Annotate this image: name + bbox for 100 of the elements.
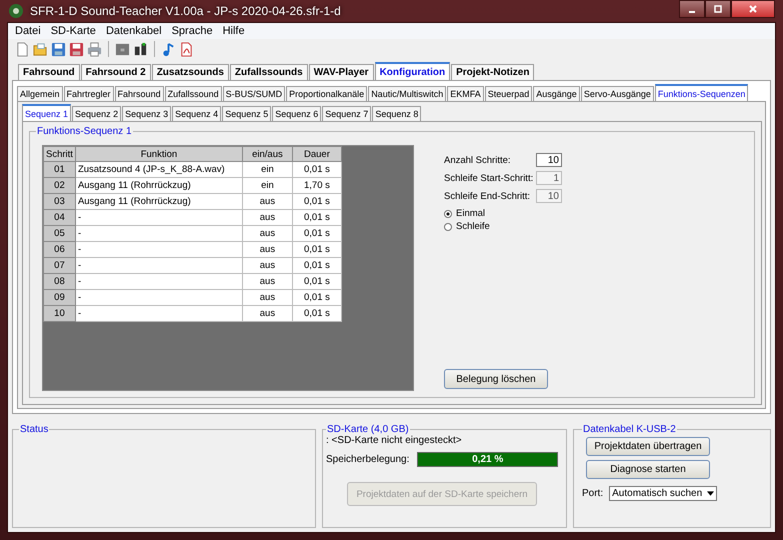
group-title: Status <box>19 424 50 435</box>
sub-tab[interactable]: Allgemein <box>17 86 63 101</box>
table-cell[interactable]: Ausgang 11 (Rohrrückzug) <box>75 178 242 194</box>
row-header-cell: 08 <box>44 274 76 290</box>
main-tab[interactable]: Fahrsound 2 <box>80 64 151 80</box>
sequence-tab[interactable]: Sequenz 3 <box>122 106 172 121</box>
number-field[interactable]: 10 <box>536 153 562 167</box>
main-tab[interactable]: Fahrsound <box>18 64 80 80</box>
main-tab[interactable]: Zusatzsounds <box>152 64 229 80</box>
cable-action-button[interactable]: Projektdaten übertragen <box>586 437 710 456</box>
sub-tab[interactable]: S-BUS/SUMD <box>222 86 286 101</box>
main-tab[interactable]: WAV-Player <box>308 64 374 80</box>
memory-reading: 0,21 % <box>471 453 504 466</box>
save-icon[interactable] <box>51 42 66 56</box>
table-cell[interactable]: - <box>75 290 242 306</box>
new-document-icon[interactable] <box>15 42 30 56</box>
table-cell[interactable]: aus <box>242 258 292 274</box>
table-cell[interactable]: aus <box>242 226 292 242</box>
table-cell[interactable]: - <box>75 258 242 274</box>
column-header: Schritt <box>44 146 76 162</box>
window-title: SFR-1-D Sound-Teacher V1.00a - JP-s 2020-04-26.sfr-1-d <box>30 4 341 18</box>
folder-icon[interactable] <box>33 42 48 56</box>
caret-icon <box>707 491 714 496</box>
table-cell[interactable]: ein <box>242 162 292 178</box>
music-note-icon[interactable] <box>161 42 176 56</box>
table-cell[interactable]: 0,01 s <box>292 194 342 210</box>
sequence-tab[interactable]: Sequenz 7 <box>322 106 372 121</box>
table-cell[interactable]: - <box>75 210 242 226</box>
table-cell[interactable]: 0,01 s <box>292 226 342 242</box>
maximize-button[interactable] <box>705 0 731 18</box>
sequence-tab[interactable]: Sequenz 2 <box>72 106 122 121</box>
table-cell[interactable]: aus <box>242 194 292 210</box>
table-cell[interactable]: aus <box>242 290 292 306</box>
sub-tab[interactable]: Servo-Ausgänge <box>580 86 654 101</box>
table-cell[interactable]: 0,01 s <box>292 162 342 178</box>
table-cell[interactable]: Ausgang 11 (Rohrrückzug) <box>75 194 242 210</box>
table-cell[interactable]: 1,70 s <box>292 178 342 194</box>
table-cell[interactable]: aus <box>242 242 292 258</box>
sub-tab[interactable]: Proportionalkanäle <box>286 86 368 101</box>
table-cell[interactable]: 0,01 s <box>292 210 342 226</box>
table-cell[interactable]: 0,01 s <box>292 274 342 290</box>
table-cell[interactable]: aus <box>242 210 292 226</box>
sequence-tab[interactable]: Sequenz 1 <box>22 104 72 121</box>
field-label: Schleife Start-Schritt: <box>444 172 534 184</box>
cable-action-button[interactable]: Diagnose starten <box>586 460 710 479</box>
menu-item[interactable]: Datenkabel <box>100 25 167 37</box>
table-cell[interactable]: Zusatzsound 4 (JP-s_K_88-A.wav) <box>75 162 242 178</box>
sd-card-status: : <SD-Karte nicht eingesteckt> <box>326 435 463 446</box>
port-dropdown[interactable]: Automatisch suchen <box>609 486 718 501</box>
menu-item[interactable]: Hilfe <box>218 25 250 37</box>
table-cell[interactable]: - <box>75 274 242 290</box>
row-header-cell: 07 <box>44 258 76 274</box>
main-tab[interactable]: Zufallssounds <box>230 64 308 80</box>
group-title: Datenkabel K-USB-2 <box>582 424 677 435</box>
row-header-cell: 06 <box>44 242 76 258</box>
row-header-cell: 09 <box>44 290 76 306</box>
row-header-cell: 03 <box>44 194 76 210</box>
menu-item[interactable]: SD-Karte <box>46 25 101 37</box>
table-cell[interactable]: - <box>75 242 242 258</box>
table-cell[interactable]: ein <box>242 178 292 194</box>
sub-tab[interactable]: Steuerpad <box>484 86 532 101</box>
sequence-tab[interactable]: Sequenz 6 <box>272 106 322 121</box>
close-icon <box>748 4 758 14</box>
printer-icon[interactable] <box>87 42 102 56</box>
main-tab[interactable]: Projekt-Notizen <box>451 64 534 80</box>
table-cell[interactable]: aus <box>242 274 292 290</box>
sequence-tab[interactable]: Sequenz 5 <box>222 106 272 121</box>
minimize-button[interactable] <box>679 0 705 18</box>
sub-tab[interactable]: EKMFA <box>447 86 484 101</box>
sub-tab[interactable]: Funktions-Sequenzen <box>654 84 748 101</box>
table-cell[interactable]: aus <box>242 306 292 322</box>
field-label: Schleife End-Schritt: <box>444 190 530 202</box>
column-header: ein/aus <box>242 146 292 162</box>
radio-button[interactable] <box>444 222 452 230</box>
sequence-tab[interactable]: Sequenz 4 <box>172 106 222 121</box>
table-cell[interactable]: 0,01 s <box>292 306 342 322</box>
table-cell[interactable]: 0,01 s <box>292 258 342 274</box>
clear-assignment-button[interactable]: Belegung löschen <box>444 369 548 389</box>
column-header: Funktion <box>75 146 242 162</box>
table-cell[interactable]: - <box>75 226 242 242</box>
close-button[interactable] <box>731 0 775 18</box>
table-cell[interactable]: 0,01 s <box>292 290 342 306</box>
sub-tab[interactable]: Ausgänge <box>533 86 580 101</box>
sub-tab[interactable]: Fahrtregler <box>64 86 114 101</box>
sub-tab[interactable]: Zufallssound <box>164 86 222 101</box>
pdf-document-icon[interactable] <box>179 42 194 56</box>
row-header-cell: 04 <box>44 210 76 226</box>
sequence-tab[interactable]: Sequenz 8 <box>372 106 422 121</box>
table-cell[interactable]: 0,01 s <box>292 242 342 258</box>
memory-label: Speicherbelegung: <box>326 454 410 465</box>
group-title: Funktions-Sequenz 1 <box>36 126 133 137</box>
sub-tab[interactable]: Fahrsound <box>114 86 164 101</box>
main-tab[interactable]: Konfiguration <box>374 62 450 80</box>
menu-item[interactable]: Datei <box>10 25 46 37</box>
sub-tab[interactable]: Nautic/Multiswitch <box>368 86 446 101</box>
menu-item[interactable]: Sprache <box>166 25 218 37</box>
radio-button[interactable] <box>444 210 452 218</box>
field-label: Anzahl Schritte: <box>444 154 511 166</box>
table-cell[interactable]: - <box>75 306 242 322</box>
row-header-cell: 10 <box>44 306 76 322</box>
